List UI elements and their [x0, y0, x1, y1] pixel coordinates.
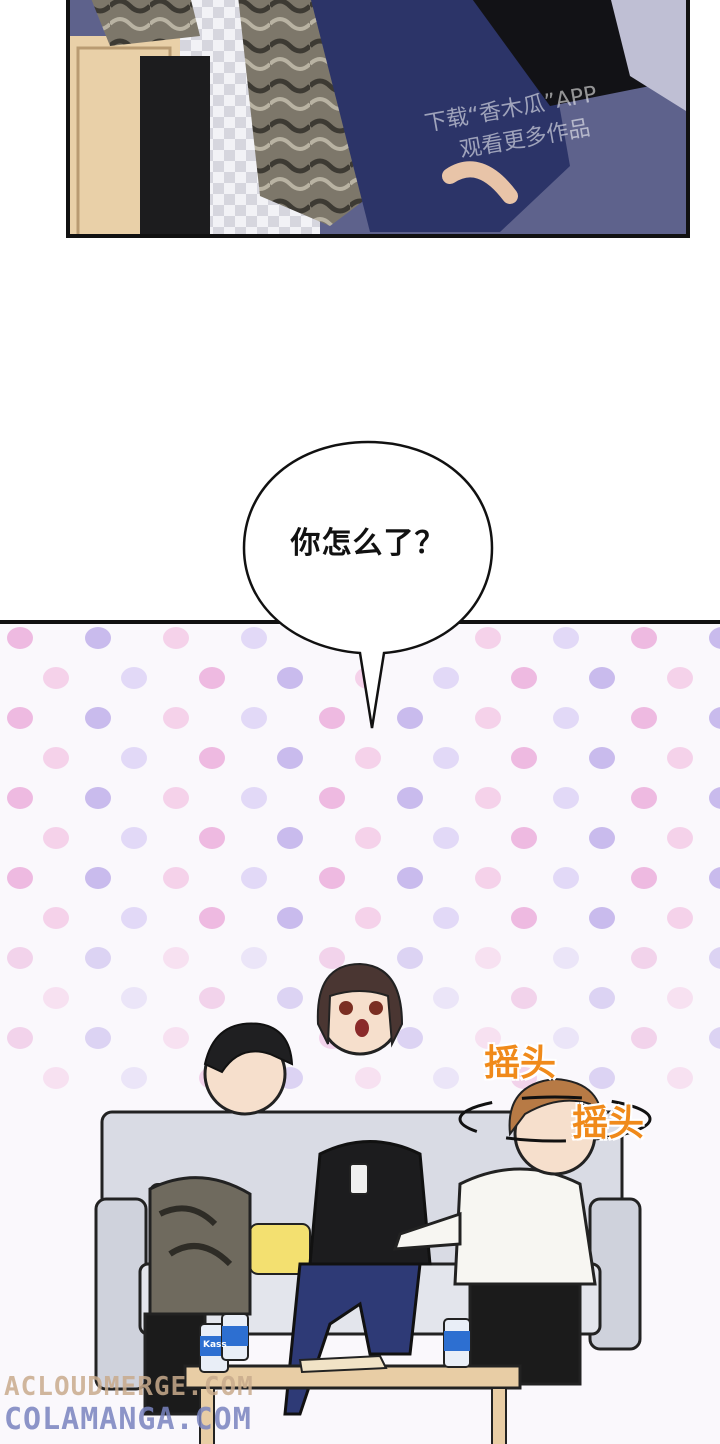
sofa-scene-artwork	[94, 962, 652, 1444]
can-label: Kass	[203, 1340, 227, 1350]
speech-bubble-text: 你怎么了？	[290, 526, 446, 561]
can-right	[443, 1318, 471, 1368]
can-left-2	[221, 1313, 249, 1361]
sfx-shake-head-1: 摇头	[484, 1043, 557, 1084]
bottom-comic-panel: Kass	[0, 620, 720, 1444]
sfx-shake-head-2: 摇头	[572, 1103, 645, 1144]
snack-bag	[298, 1354, 388, 1374]
speech-bubble	[242, 440, 494, 729]
site-mark-upper: ACLOUDMERGE.COM	[4, 1372, 254, 1402]
site-mark-lower: COLAMANGA.COM	[4, 1402, 252, 1437]
top-comic-panel: 下载“香木瓜”APP 观看更多作品	[66, 0, 690, 238]
